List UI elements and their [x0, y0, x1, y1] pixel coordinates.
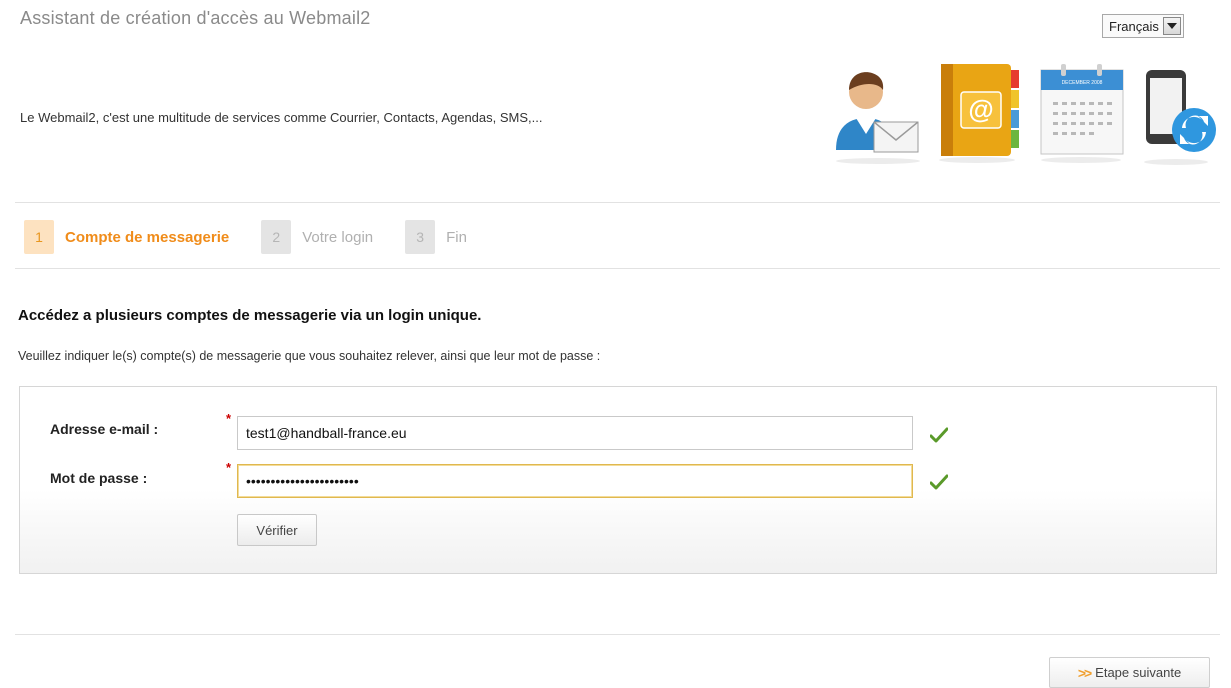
- step-number: 2: [261, 220, 292, 254]
- email-label: Adresse e-mail :: [50, 421, 159, 437]
- check-icon: [930, 427, 948, 443]
- step-label: Votre login: [302, 228, 374, 246]
- divider-steps: [15, 268, 1220, 269]
- step-number: 3: [405, 220, 436, 254]
- page-title: Assistant de création d'accès au Webmail…: [20, 8, 371, 28]
- mobile-sync-icon: [1144, 70, 1216, 165]
- check-icon: [930, 474, 948, 490]
- intro-text: Le Webmail2, c'est une multitude de serv…: [20, 110, 543, 125]
- step-1: 1 Compte de messagerie: [24, 220, 229, 254]
- instructions-text: Veuillez indiquer le(s) compte(s) de mes…: [18, 349, 601, 363]
- divider-bottom: [15, 634, 1220, 635]
- verify-button[interactable]: Vérifier: [237, 514, 317, 546]
- next-step-button[interactable]: >> Etape suivante: [1049, 657, 1210, 688]
- svg-text:DECEMBER 2008: DECEMBER 2008: [1062, 80, 1103, 86]
- required-marker: *: [226, 460, 232, 475]
- password-field[interactable]: [237, 464, 913, 498]
- user-mail-icon: [836, 72, 920, 164]
- step-2: 2 Votre login: [261, 220, 373, 254]
- wizard-steps: 1 Compte de messagerie 2 Votre login 3 F…: [24, 219, 499, 255]
- password-label: Mot de passe :: [50, 470, 148, 486]
- divider-top: [15, 202, 1220, 203]
- step-3: 3 Fin: [405, 220, 467, 254]
- address-book-icon: @: [939, 64, 1019, 163]
- step-label: Fin: [446, 228, 467, 246]
- language-value: Français: [1109, 18, 1159, 34]
- chevron-down-icon[interactable]: [1162, 17, 1181, 35]
- double-chevron-right-icon: >>: [1077, 664, 1092, 681]
- service-icons: @ DECEMBER 2008: [830, 58, 1220, 168]
- email-field[interactable]: [237, 416, 913, 450]
- svg-text:@: @: [968, 94, 993, 124]
- language-select[interactable]: Français: [1102, 14, 1184, 38]
- step-label: Compte de messagerie: [65, 228, 230, 246]
- section-heading: Accédez a plusieurs comptes de messageri…: [18, 307, 482, 324]
- next-step-label: Etape suivante: [1095, 665, 1182, 680]
- step-number: 1: [24, 220, 54, 254]
- required-marker: *: [226, 411, 232, 426]
- calendar-icon: DECEMBER 2008: [1040, 64, 1124, 163]
